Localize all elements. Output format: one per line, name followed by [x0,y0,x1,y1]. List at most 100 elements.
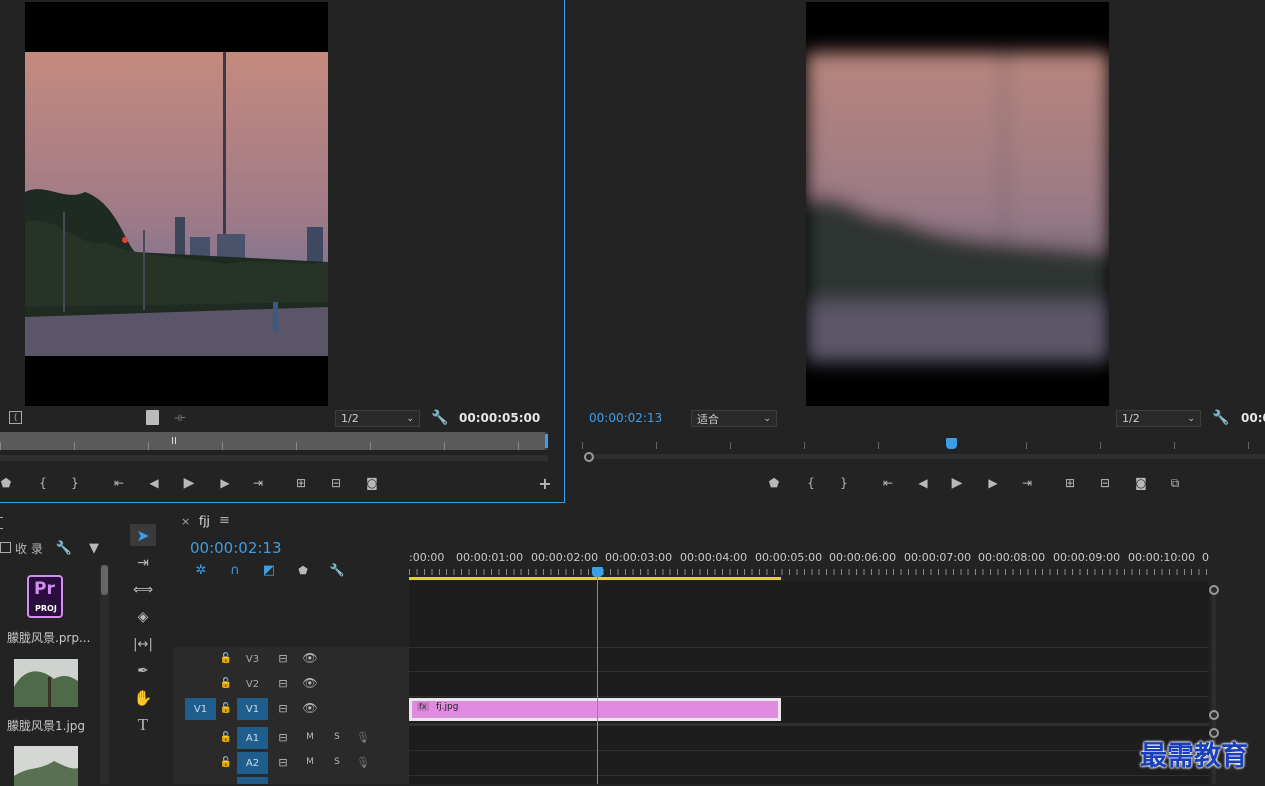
marker-icon[interactable]: ⬟ [0,475,12,491]
lock-icon[interactable]: 🔓 [220,701,232,715]
source-timecode[interactable]: 00:00:05:00 [459,411,540,425]
wrench-icon[interactable]: 🔧 [431,409,448,427]
go-to-in-icon[interactable]: ⇤ [110,475,128,491]
microphone-icon[interactable]: 🎙 [356,730,370,744]
panel-menu-icon[interactable] [0,517,3,529]
nest-toggle-icon[interactable]: ✲ [193,563,209,578]
razor-tool-icon[interactable]: ◈ [130,606,156,628]
ruler-label: :00:00 [409,551,445,564]
sequence-tab[interactable]: fjj [199,514,210,528]
step-back-icon[interactable]: ◀ [914,475,932,491]
track-name[interactable]: A1 [237,727,268,749]
program-playhead[interactable] [945,438,957,449]
go-to-in-icon[interactable]: ⇤ [879,475,897,491]
favorite-checkbox[interactable] [0,542,11,553]
scroll-handle-top[interactable] [1209,585,1219,595]
clip-label: fj.jpg [436,702,459,712]
ruler-label: 00:00:05:00 [755,551,823,564]
track-name[interactable]: V3 [237,648,268,670]
mark-out-icon[interactable]: } [837,475,851,491]
timeline-playhead[interactable] [591,567,603,784]
step-forward-icon[interactable]: ▶ [216,475,234,491]
selection-tool-icon[interactable]: ➤ [130,524,156,546]
ripple-edit-tool-icon[interactable]: ⟺ [130,579,156,601]
pen-tool-icon[interactable]: ✒ [130,660,156,682]
sync-lock-icon[interactable]: ⊟ [276,730,290,744]
timeline-timecode[interactable]: 00:00:02:13 [190,539,282,557]
mark-in-icon[interactable]: { [804,475,818,491]
go-to-out-icon[interactable]: ⇥ [249,475,267,491]
snap-icon[interactable]: ∩ [227,563,243,578]
solo-button[interactable]: S [330,755,344,769]
drag-video-icon[interactable] [146,410,159,425]
mark-in-icon[interactable]: { [36,475,50,491]
track-name[interactable]: V2 [237,673,268,695]
program-timecode[interactable]: 00:00:02:13 [589,411,662,425]
eye-icon[interactable]: 👁 [302,651,318,665]
pr-label: Pr [34,579,55,599]
source-transport: ⬟ { } ⇤ ◀ ▶ ▶ ⇥ ⊞ ⊟ ◙ + [0,472,565,494]
linked-selection-icon[interactable]: ◩ [261,563,277,578]
lock-icon[interactable]: 🔓 [220,676,232,690]
play-icon[interactable]: ▶ [948,474,966,492]
step-back-icon[interactable]: ◀ [145,475,163,491]
marker-icon[interactable]: ⬟ [767,475,781,491]
program-scroll-handle[interactable] [584,452,594,462]
lock-icon[interactable]: 🔓 [220,651,232,665]
sync-lock-icon[interactable]: ⊟ [276,651,290,665]
extract-icon[interactable]: ⊟ [1095,475,1115,491]
type-tool-icon[interactable]: T [130,714,156,736]
comparison-view-icon[interactable]: ⧉ [1165,475,1185,491]
lock-icon[interactable]: 🔓 [220,755,232,769]
drag-audio-icon[interactable]: ⟛ [172,410,188,425]
close-tab-icon[interactable]: × [181,515,190,528]
fit-select[interactable]: 适合 ⌄ [691,410,777,427]
overwrite-icon[interactable]: ⊟ [326,475,346,491]
insert-icon[interactable]: ⊞ [291,475,311,491]
add-marker-icon[interactable]: ⬟ [296,563,310,577]
sync-lock-icon[interactable]: ⊟ [276,676,290,690]
project-scrollbar[interactable] [100,565,109,784]
add-icon[interactable]: + [537,474,553,493]
program-scrubber[interactable] [582,436,1265,466]
export-frame-icon[interactable]: ◙ [362,475,382,491]
sync-lock-icon[interactable]: ⊟ [276,701,290,715]
eye-icon[interactable]: 👁 [302,701,318,715]
project-item[interactable]: 朦胧风景1.jpg [0,653,98,737]
project-scroll-thumb[interactable] [101,565,108,595]
project-item[interactable]: Pr PROJ 朦胧风景.prp... [0,567,98,651]
track-divider [409,723,1209,726]
scroll-handle-bottom[interactable] [1209,710,1219,720]
solo-button[interactable]: S [330,730,344,744]
mute-button[interactable]: M [303,730,317,744]
hand-tool-icon[interactable]: ✋ [130,687,156,709]
sequence-menu-icon[interactable]: ≡ [219,513,230,528]
wrench-icon[interactable]: 🔧 [56,540,72,556]
program-resolution-select[interactable]: 1/2 ⌄ [1116,410,1201,427]
track-name[interactable]: V1 [237,698,268,720]
slip-tool-icon[interactable]: |↔| [130,633,156,655]
mute-button[interactable]: M [303,755,317,769]
source-center-marker [172,437,176,444]
settings-square-icon[interactable]: ⟨ [9,411,22,424]
source-resolution-select[interactable]: 1/2 ⌄ [335,410,420,427]
lift-icon[interactable]: ⊞ [1060,475,1080,491]
step-forward-icon[interactable]: ▶ [984,475,1002,491]
filter-icon[interactable]: ▼ [86,540,102,556]
sync-lock-icon[interactable]: ⊟ [276,755,290,769]
timeline-settings-icon[interactable]: 🔧 [329,563,345,577]
play-icon[interactable]: ▶ [180,474,198,492]
source-scrubber[interactable] [0,432,548,462]
track-select-tool-icon[interactable]: ⇥ [130,552,156,574]
eye-icon[interactable]: 👁 [302,676,318,690]
microphone-icon[interactable]: 🎙 [356,755,370,769]
track-name[interactable] [237,777,268,784]
source-patch-v1[interactable]: V1 [185,698,216,720]
mark-out-icon[interactable]: } [68,475,82,491]
source-ticks [0,442,548,450]
wrench-icon[interactable]: 🔧 [1212,409,1229,427]
lock-icon[interactable]: 🔓 [220,730,232,744]
track-name[interactable]: A2 [237,752,268,774]
export-frame-icon[interactable]: ◙ [1131,475,1151,491]
go-to-out-icon[interactable]: ⇥ [1018,475,1036,491]
